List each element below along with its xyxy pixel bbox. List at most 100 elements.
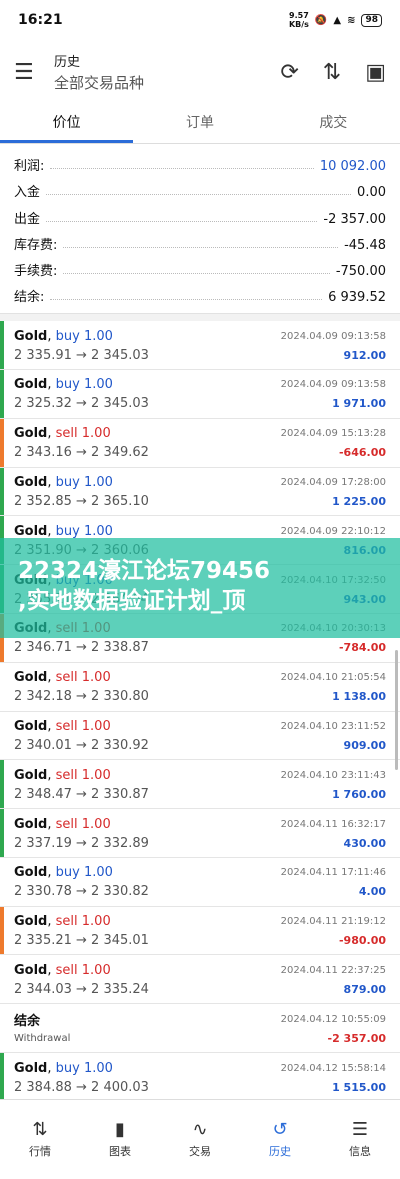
list-item[interactable]: Gold, sell 1.00 2024.04.10 23:11:52 2 340.… [0,712,400,761]
tab-1[interactable]: 订单 [133,104,266,143]
item-side: buy 1.00 [55,475,113,491]
status-icons: 9.57 KB/s 🔕 ▲ ≋ 98 [289,11,382,29]
list-item[interactable]: Gold, sell 1.00 2024.04.09 15:13:28 2 343.… [0,418,400,468]
status-bar-marker [0,1004,4,1052]
app-bar: ☰ 历史 全部交易品种 ⟳ ⇅ ▣ [0,40,400,104]
item-line-1: Gold, sell 1.00 2024.04.10 23:11:52 [14,718,386,736]
list-item[interactable]: Gold, buy 1.00 2024.04.09 09:13:58 2 325.3… [0,369,400,419]
list-item[interactable]: Gold, buy 1.00 2024.04.12 15:58:14 2 384.8… [0,1053,400,1102]
item-side: buy 1.00 [55,1060,113,1076]
nav-1[interactable]: ▮ 图表 [80,1100,160,1179]
item-line-1: Gold, buy 1.00 2024.04.12 15:58:14 [14,1059,386,1077]
tab-2[interactable]: 成交 [267,104,400,143]
item-time: 2024.04.11 16:32:17 [280,818,386,830]
item-symbol: Gold [14,523,48,539]
menu-icon[interactable]: ☰ [14,60,40,85]
net-speed: 9.57 KB/s [288,11,309,29]
item-amount: 430.00 [343,836,386,850]
item-line-2: 2 342.18 → 2 330.80 1 138.00 [14,687,386,707]
list-item[interactable]: Gold, buy 1.00 2024.04.09 17:28:00 2 352.8… [0,467,400,517]
nav-4[interactable]: ☰ 信息 [320,1100,400,1179]
item-time: 2024.04.09 15:13:28 [280,428,386,440]
item-prices: 2 335.91 → 2 345.03 [14,347,149,363]
sort-icon[interactable]: ⇅ [323,60,341,85]
dotted-leader [46,220,318,222]
list-item[interactable]: Gold, sell 1.00 2024.04.11 21:19:12 2 335.… [0,906,400,956]
wifi-icon: ≋ [347,14,356,26]
item-symbol: Gold [14,719,48,734]
list-item[interactable]: Gold, buy 1.00 2024.04.11 17:11:46 2 330.7… [0,858,400,907]
item-title: 结余 [14,1010,40,1029]
nav-icon-3: ↺ [272,1118,288,1140]
item-time: 2024.04.09 22:10:12 [280,525,386,537]
list-item[interactable]: Gold, buy 1.00 2024.04.09 09:13:58 2 335.9… [0,321,400,370]
nav-3[interactable]: ↺ 历史 [240,1100,320,1179]
calendar-icon[interactable]: ▣ [365,60,386,85]
item-time: 2024.04.11 22:37:25 [280,964,386,976]
item-line-1: Gold, buy 1.00 2024.04.09 09:13:58 [14,376,386,394]
item-prices: 2 335.21 → 2 345.01 [14,933,149,949]
item-line-1: Gold, sell 1.00 2024.04.09 15:13:28 [14,425,386,443]
dotted-leader [46,194,352,196]
item-amount: 912.00 [343,348,386,362]
item-prices: 2 337.19 → 2 332.89 [14,835,149,851]
item-title: Gold, sell 1.00 [14,962,111,978]
list-item[interactable]: 结余 2024.04.12 10:55:09 Withdrawal -2 357.00 [0,1004,400,1054]
item-amount: -646.00 [338,446,386,460]
item-side: buy 1.00 [55,328,113,344]
item-line-1: 结余 2024.04.12 10:55:09 [14,1010,386,1029]
item-time: 2024.04.12 10:55:09 [280,1013,386,1025]
summary-row: 库存费: -45.48 [14,227,386,253]
item-time: 2024.04.12 15:58:14 [280,1062,386,1074]
nav-icon-2: ∿ [192,1118,208,1140]
summary-panel: 利润: 10 092.00 入金 0.00 出金 -2 357.00 库存费: -45.48 手… [0,144,400,313]
list-item[interactable]: Gold, sell 1.00 2024.04.10 21:05:54 2 342.… [0,663,400,712]
summary-value: 10 092.00 [319,159,386,175]
nav-0[interactable]: ⇅ 行情 [0,1100,80,1179]
status-bar: 16:21 9.57 KB/s 🔕 ▲ ≋ 98 [0,0,400,40]
list-item[interactable]: Gold, sell 1.00 2024.04.11 22:37:25 2 344.… [0,955,400,1005]
item-prices: 2 384.88 → 2 400.03 [14,1079,149,1095]
trade-list: Gold, buy 1.00 2024.04.09 09:13:58 2 335.9… [0,321,400,1102]
item-side: buy 1.00 [55,865,113,881]
status-bar-marker [0,663,4,711]
tab-bar: 价位 订单 成交 [0,104,400,144]
item-line-1: Gold, sell 1.00 2024.04.11 22:37:25 [14,961,386,979]
item-line-2: 2 348.47 → 2 330.87 1 760.00 [14,784,386,804]
nav-label: 图表 [109,1144,131,1158]
item-time: 2024.04.11 21:19:12 [280,916,386,928]
item-prices: 2 340.01 → 2 330.92 [14,738,149,753]
item-symbol: Gold [14,377,48,393]
summary-value: -2 357.00 [323,211,386,227]
summary-label: 入金 [14,185,41,201]
scrollbar[interactable] [395,650,398,770]
item-line-1: Gold, sell 1.00 2024.04.11 21:19:12 [14,913,386,931]
summary-value: 6 939.52 [328,290,386,306]
item-amount: -980.00 [338,934,386,948]
item-prices: 2 330.78 → 2 330.82 [14,884,149,900]
item-title: Gold, buy 1.00 [14,377,113,393]
list-item[interactable]: Gold, sell 1.00 2024.04.11 16:32:17 2 337.… [0,809,400,858]
item-symbol: Gold [14,1060,48,1076]
item-side: sell 1.00 [55,767,111,783]
summary-label: 结余: [14,290,45,306]
item-title: Gold, sell 1.00 [14,816,111,832]
status-bar-marker [0,467,4,516]
item-side: sell 1.00 [55,719,111,734]
period-icon[interactable]: ⟳ [280,60,298,85]
list-item[interactable]: Gold, sell 1.00 2024.04.10 23:11:43 2 348.… [0,760,400,810]
item-amount: 1 760.00 [332,787,386,801]
item-side: sell 1.00 [55,962,111,978]
dotted-leader [63,272,330,274]
summary-row: 出金 -2 357.00 [14,200,386,227]
item-prices: 2 344.03 → 2 335.24 [14,981,149,997]
item-amount: 4.00 [358,885,386,899]
symbol-filter: 全部交易品种 [54,74,145,92]
tab-0[interactable]: 价位 [0,104,134,143]
item-amount: 1 971.00 [332,397,386,411]
item-title: Gold, sell 1.00 [14,670,111,686]
title-block[interactable]: 历史 全部交易品种 [54,51,266,93]
nav-icon-1: ▮ [115,1118,125,1140]
nav-2[interactable]: ∿ 交易 [160,1100,240,1179]
item-time: 2024.04.11 17:11:46 [280,867,386,879]
